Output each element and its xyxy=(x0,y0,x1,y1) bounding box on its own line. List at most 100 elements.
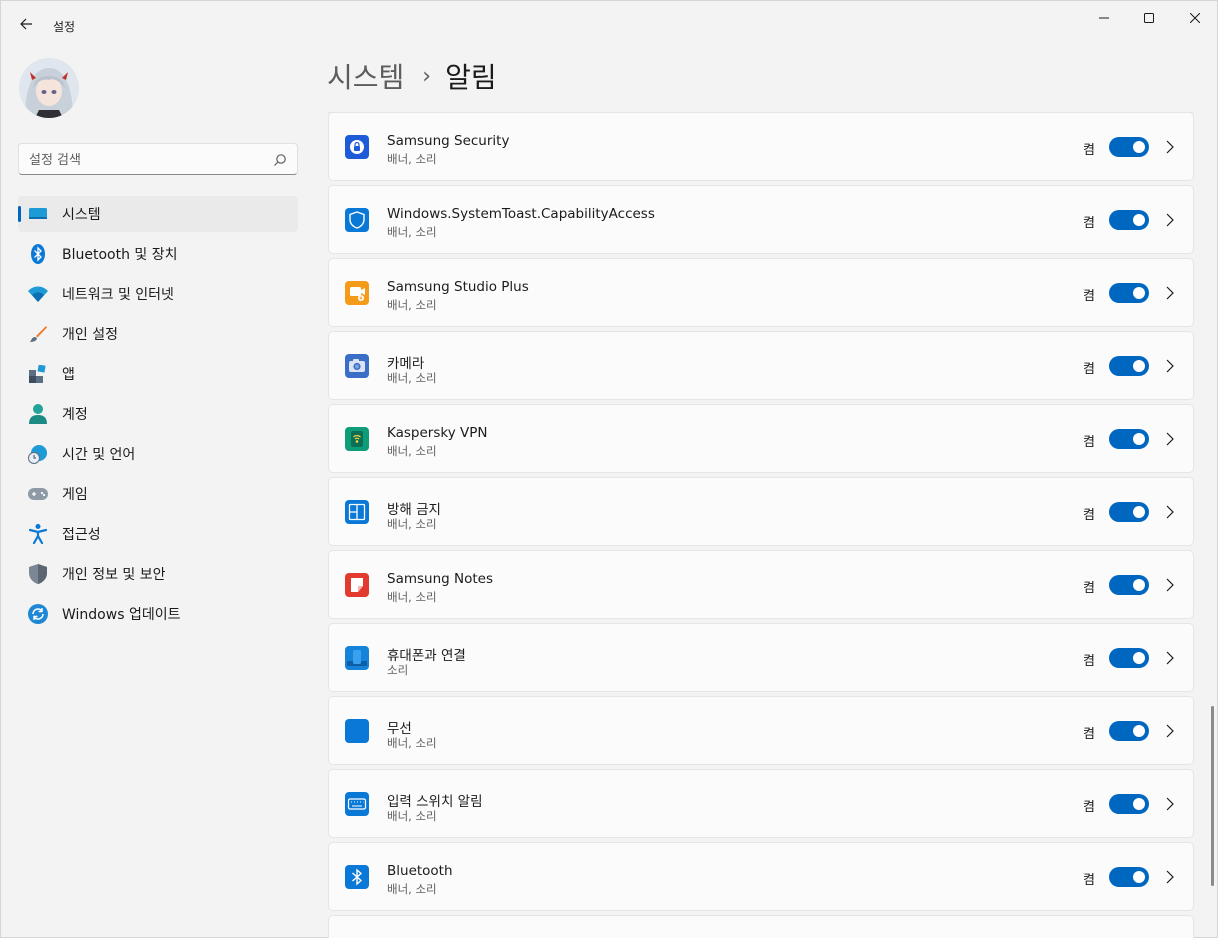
sidebar-item-accessibility[interactable]: 접근성 xyxy=(18,516,298,552)
sidebar-item-privacy-security[interactable]: 개인 정보 및 보안 xyxy=(18,556,298,592)
back-arrow-icon xyxy=(20,18,32,30)
chevron-right-icon[interactable] xyxy=(1163,869,1177,885)
toggle-state-label: 켬 xyxy=(1083,289,1095,304)
app-row-do-not-disturb[interactable]: 방해 금지 배너, 소리 켬 xyxy=(328,477,1194,546)
app-row-samsung-notes[interactable]: Samsung Notes 배너, 소리 켬 xyxy=(328,550,1194,619)
notification-toggle[interactable] xyxy=(1109,283,1149,303)
chevron-right-icon[interactable] xyxy=(1163,504,1177,520)
settings-window: 설정 설정 검색 시스템 Bluetooth 및 장치 네트워크 및 인터넷 개… xyxy=(0,0,1218,938)
chevron-right-icon[interactable] xyxy=(1163,212,1177,228)
kaspersky-vpn-icon xyxy=(345,427,369,451)
minimize-button[interactable] xyxy=(1081,1,1127,35)
breadcrumb-parent[interactable]: 시스템 xyxy=(327,56,404,96)
sidebar-item-apps[interactable]: 앱 xyxy=(18,356,298,392)
app-name: 무선 xyxy=(387,721,412,737)
app-row-partial[interactable] xyxy=(328,915,1194,938)
sidebar-item-accounts[interactable]: 계정 xyxy=(18,396,298,432)
toggle-state-label: 켬 xyxy=(1083,873,1095,888)
toggle-knob xyxy=(1133,652,1145,664)
breadcrumb: 시스템 › 알림 xyxy=(327,56,497,96)
toggle-knob xyxy=(1133,506,1145,518)
sidebar-item-label: 개인 정보 및 보안 xyxy=(62,567,166,583)
apps-icon xyxy=(28,364,48,384)
toggle-state-label: 켬 xyxy=(1083,800,1095,815)
chevron-right-icon[interactable] xyxy=(1163,723,1177,739)
app-notification-types: 배너, 소리 xyxy=(387,225,437,239)
sidebar-item-system[interactable]: 시스템 xyxy=(18,196,298,232)
app-notification-types: 배너, 소리 xyxy=(387,736,437,750)
sidebar-item-label: 시간 및 언어 xyxy=(62,447,136,463)
chevron-right-icon[interactable] xyxy=(1163,139,1177,155)
globe-clock-icon xyxy=(28,444,48,464)
notification-toggle[interactable] xyxy=(1109,721,1149,741)
update-icon xyxy=(28,604,48,624)
sidebar-item-label: 네트워크 및 인터넷 xyxy=(62,287,174,303)
sidebar-item-bluetooth-devices[interactable]: Bluetooth 및 장치 xyxy=(18,236,298,272)
notification-toggle[interactable] xyxy=(1109,210,1149,230)
app-row-wireless[interactable]: 무선 배너, 소리 켬 xyxy=(328,696,1194,765)
app-row-kaspersky-vpn[interactable]: Kaspersky VPN 배너, 소리 켬 xyxy=(328,404,1194,473)
chevron-right-icon[interactable] xyxy=(1163,431,1177,447)
sidebar-item-label: 앱 xyxy=(62,367,75,383)
notification-toggle[interactable] xyxy=(1109,867,1149,887)
toggle-knob xyxy=(1133,871,1145,883)
notification-toggle[interactable] xyxy=(1109,429,1149,449)
sidebar-item-personalization[interactable]: 개인 설정 xyxy=(18,316,298,352)
maximize-button[interactable] xyxy=(1126,1,1172,35)
wireless-icon xyxy=(345,719,369,743)
sidebar-item-label: 시스템 xyxy=(62,207,101,223)
app-notification-types: 배너, 소리 xyxy=(387,517,437,531)
close-button[interactable] xyxy=(1172,1,1218,35)
app-row-camera[interactable]: 카메라 배너, 소리 켬 xyxy=(328,331,1194,400)
phone-link-icon xyxy=(345,646,369,670)
notification-toggle[interactable] xyxy=(1109,502,1149,522)
chevron-right-icon[interactable] xyxy=(1163,577,1177,593)
app-name: Kaspersky VPN xyxy=(387,425,488,441)
user-avatar-image xyxy=(19,58,79,118)
app-row-samsung-studio-plus[interactable]: Samsung Studio Plus 배너, 소리 켬 xyxy=(328,258,1194,327)
app-row-samsung-security[interactable]: Samsung Security 배너, 소리 켬 xyxy=(328,112,1194,181)
toggle-knob xyxy=(1133,798,1145,810)
app-notification-list: Samsung Security 배너, 소리 켬 Windows.System… xyxy=(328,109,1194,938)
toggle-state-label: 켬 xyxy=(1083,654,1095,669)
sidebar-item-label: Windows 업데이트 xyxy=(62,607,181,623)
notification-toggle[interactable] xyxy=(1109,648,1149,668)
close-icon xyxy=(1190,13,1200,23)
chevron-right-icon[interactable] xyxy=(1163,650,1177,666)
app-row-input-switch[interactable]: 입력 스위치 알림 배너, 소리 켬 xyxy=(328,769,1194,838)
avatar[interactable] xyxy=(19,58,79,118)
notification-toggle[interactable] xyxy=(1109,575,1149,595)
chevron-right-icon[interactable] xyxy=(1163,285,1177,301)
app-row-system-toast[interactable]: Windows.SystemToast.CapabilityAccess 배너,… xyxy=(328,185,1194,254)
app-row-bluetooth[interactable]: Bluetooth 배너, 소리 켬 xyxy=(328,842,1194,911)
back-button[interactable] xyxy=(13,11,39,37)
notification-toggle[interactable] xyxy=(1109,794,1149,814)
search-input[interactable] xyxy=(29,150,269,170)
settings-search[interactable] xyxy=(18,143,298,175)
sidebar-item-network[interactable]: 네트워크 및 인터넷 xyxy=(18,276,298,312)
scrollbar-thumb[interactable] xyxy=(1211,706,1214,886)
chevron-right-icon[interactable] xyxy=(1163,796,1177,812)
shield-icon xyxy=(28,564,48,584)
app-notification-types: 소리 xyxy=(387,663,409,677)
search-icon[interactable] xyxy=(273,153,287,167)
app-name: 휴대폰과 연결 xyxy=(387,648,466,664)
app-notification-types: 배너, 소리 xyxy=(387,298,437,312)
app-name: 입력 스위치 알림 xyxy=(387,794,483,810)
sidebar-item-label: 접근성 xyxy=(62,527,101,543)
toggle-knob xyxy=(1133,214,1145,226)
app-notification-types: 배너, 소리 xyxy=(387,882,437,896)
sidebar-item-gaming[interactable]: 게임 xyxy=(18,476,298,512)
sidebar-item-windows-update[interactable]: Windows 업데이트 xyxy=(18,596,298,632)
do-not-disturb-icon xyxy=(345,500,369,524)
app-name: Samsung Studio Plus xyxy=(387,279,529,295)
system-icon xyxy=(28,204,48,224)
app-row-phone-link[interactable]: 휴대폰과 연결 소리 켬 xyxy=(328,623,1194,692)
notification-toggle[interactable] xyxy=(1109,356,1149,376)
sidebar-item-time-language[interactable]: 시간 및 언어 xyxy=(18,436,298,472)
account-icon xyxy=(28,404,48,424)
chevron-right-icon[interactable] xyxy=(1163,358,1177,374)
toggle-knob xyxy=(1133,579,1145,591)
notification-toggle[interactable] xyxy=(1109,137,1149,157)
sidebar-item-label: 계정 xyxy=(62,407,88,423)
